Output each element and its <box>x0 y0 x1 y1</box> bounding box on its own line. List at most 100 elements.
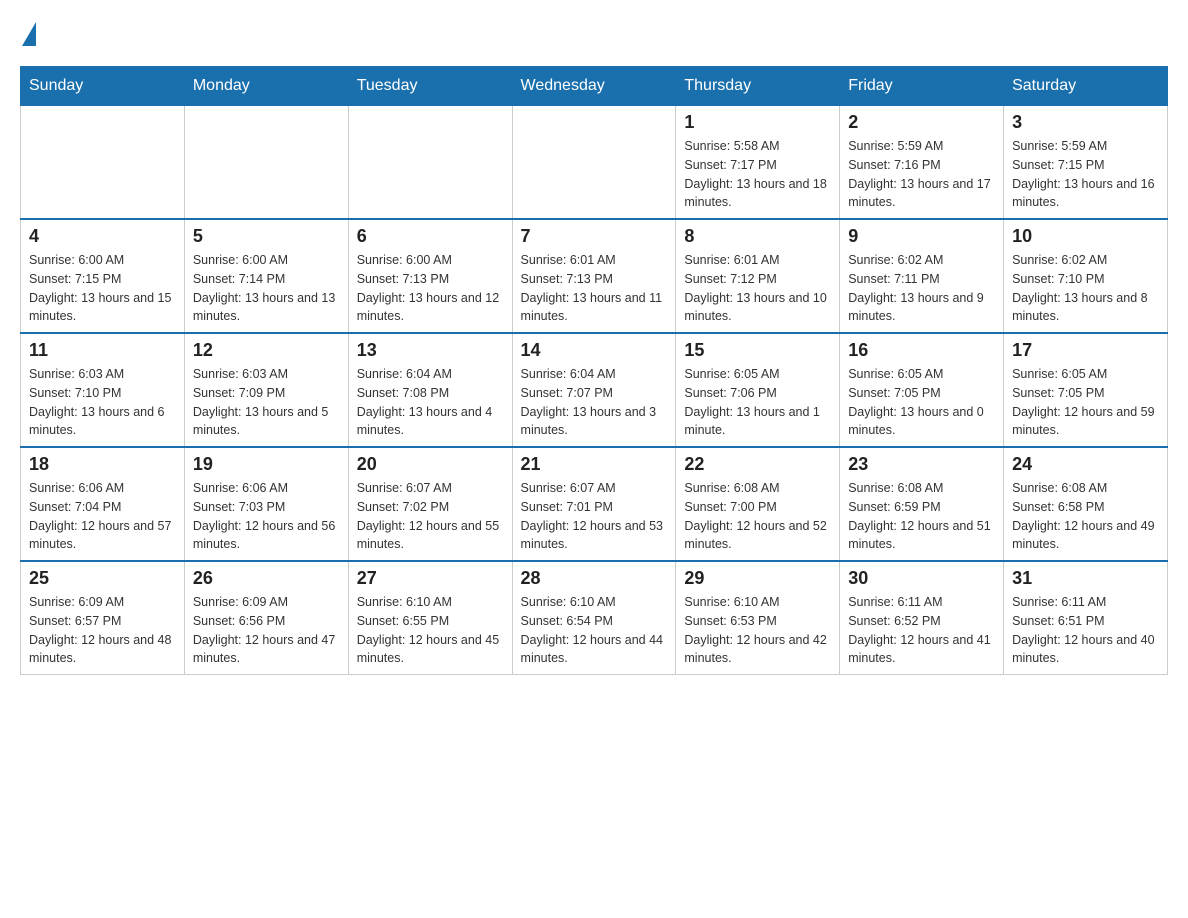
calendar-cell: 26Sunrise: 6:09 AM Sunset: 6:56 PM Dayli… <box>184 561 348 675</box>
day-info: Sunrise: 6:10 AM Sunset: 6:54 PM Dayligh… <box>521 593 668 668</box>
day-info: Sunrise: 6:06 AM Sunset: 7:04 PM Dayligh… <box>29 479 176 554</box>
day-info: Sunrise: 6:10 AM Sunset: 6:53 PM Dayligh… <box>684 593 831 668</box>
calendar-cell: 1 Sunrise: 5:58 AM Sunset: 7:17 PM Daylig… <box>676 106 840 220</box>
day-info: Sunrise: 6:05 AM Sunset: 7:05 PM Dayligh… <box>848 365 995 440</box>
day-info: Sunrise: 6:07 AM Sunset: 7:02 PM Dayligh… <box>357 479 504 554</box>
calendar-cell: 14 Sunrise: 6:04 AM Sunset: 7:07 PM Dayli… <box>512 333 676 447</box>
day-info: Sunrise: 6:08 AM Sunset: 6:58 PM Dayligh… <box>1012 479 1159 554</box>
calendar-cell: 28 Sunrise: 6:10 AM Sunset: 6:54 PM Dayli… <box>512 561 676 675</box>
calendar-cell <box>348 106 512 220</box>
calendar-cell: 31 Sunrise: 6:11 AM Sunset: 6:51 PM Dayli… <box>1004 561 1168 675</box>
calendar-cell: 17 Sunrise: 6:05 AM Sunset: 7:05 PM Dayli… <box>1004 333 1168 447</box>
calendar-cell: 22 Sunrise: 6:08 AM Sunset: 7:00 PM Dayli… <box>676 447 840 561</box>
day-number: 29 <box>684 568 831 589</box>
logo-triangle-icon <box>22 22 36 46</box>
day-number: 14 <box>521 340 668 361</box>
day-number: 9 <box>848 226 995 247</box>
day-number: 27 <box>357 568 504 589</box>
day-info: Sunrise: 6:01 AM Sunset: 7:13 PM Dayligh… <box>521 251 668 326</box>
calendar-cell: 12 Sunrise: 6:03 AM Sunset: 7:09 PM Dayli… <box>184 333 348 447</box>
day-info: Sunrise: 6:03 AM Sunset: 7:09 PM Dayligh… <box>193 365 340 440</box>
day-info: Sunrise: 6:06 AM Sunset: 7:03 PM Dayligh… <box>193 479 340 554</box>
day-number: 4 <box>29 226 176 247</box>
day-number: 16 <box>848 340 995 361</box>
calendar-cell: 6 Sunrise: 6:00 AM Sunset: 7:13 PM Daylig… <box>348 219 512 333</box>
page-header <box>20 20 1168 46</box>
calendar-cell: 4 Sunrise: 6:00 AM Sunset: 7:15 PM Daylig… <box>21 219 185 333</box>
calendar-cell <box>512 106 676 220</box>
calendar-table: SundayMondayTuesdayWednesdayThursdayFrid… <box>20 66 1168 675</box>
calendar-cell: 8Sunrise: 6:01 AM Sunset: 7:12 PM Daylig… <box>676 219 840 333</box>
day-number: 21 <box>521 454 668 475</box>
day-number: 15 <box>684 340 831 361</box>
day-info: Sunrise: 6:05 AM Sunset: 7:06 PM Dayligh… <box>684 365 831 440</box>
day-info: Sunrise: 6:05 AM Sunset: 7:05 PM Dayligh… <box>1012 365 1159 440</box>
calendar-cell: 27Sunrise: 6:10 AM Sunset: 6:55 PM Dayli… <box>348 561 512 675</box>
calendar-cell: 9 Sunrise: 6:02 AM Sunset: 7:11 PM Daylig… <box>840 219 1004 333</box>
day-number: 18 <box>29 454 176 475</box>
day-info: Sunrise: 6:04 AM Sunset: 7:07 PM Dayligh… <box>521 365 668 440</box>
day-number: 5 <box>193 226 340 247</box>
day-info: Sunrise: 6:04 AM Sunset: 7:08 PM Dayligh… <box>357 365 504 440</box>
day-number: 20 <box>357 454 504 475</box>
column-header-wednesday: Wednesday <box>512 67 676 106</box>
day-info: Sunrise: 6:08 AM Sunset: 7:00 PM Dayligh… <box>684 479 831 554</box>
day-number: 25 <box>29 568 176 589</box>
logo <box>20 20 36 46</box>
calendar-week-5: 25 Sunrise: 6:09 AM Sunset: 6:57 PM Dayli… <box>21 561 1168 675</box>
day-number: 23 <box>848 454 995 475</box>
calendar-cell: 15 Sunrise: 6:05 AM Sunset: 7:06 PM Dayli… <box>676 333 840 447</box>
calendar-cell: 29 Sunrise: 6:10 AM Sunset: 6:53 PM Dayli… <box>676 561 840 675</box>
column-header-thursday: Thursday <box>676 67 840 106</box>
day-info: Sunrise: 5:59 AM Sunset: 7:15 PM Dayligh… <box>1012 137 1159 212</box>
day-number: 31 <box>1012 568 1159 589</box>
day-info: Sunrise: 6:00 AM Sunset: 7:13 PM Dayligh… <box>357 251 504 326</box>
calendar-cell: 30 Sunrise: 6:11 AM Sunset: 6:52 PM Dayli… <box>840 561 1004 675</box>
calendar-cell: 19 Sunrise: 6:06 AM Sunset: 7:03 PM Dayli… <box>184 447 348 561</box>
day-number: 3 <box>1012 112 1159 133</box>
day-number: 28 <box>521 568 668 589</box>
day-info: Sunrise: 6:11 AM Sunset: 6:51 PM Dayligh… <box>1012 593 1159 668</box>
column-header-monday: Monday <box>184 67 348 106</box>
day-number: 7 <box>521 226 668 247</box>
day-number: 19 <box>193 454 340 475</box>
day-number: 1 <box>684 112 831 133</box>
day-number: 12 <box>193 340 340 361</box>
calendar-cell: 2Sunrise: 5:59 AM Sunset: 7:16 PM Daylig… <box>840 106 1004 220</box>
day-info: Sunrise: 6:00 AM Sunset: 7:14 PM Dayligh… <box>193 251 340 326</box>
calendar-cell: 11Sunrise: 6:03 AM Sunset: 7:10 PM Dayli… <box>21 333 185 447</box>
calendar-cell <box>21 106 185 220</box>
column-header-saturday: Saturday <box>1004 67 1168 106</box>
day-info: Sunrise: 6:02 AM Sunset: 7:11 PM Dayligh… <box>848 251 995 326</box>
calendar-header-row: SundayMondayTuesdayWednesdayThursdayFrid… <box>21 67 1168 106</box>
calendar-week-4: 18 Sunrise: 6:06 AM Sunset: 7:04 PM Dayli… <box>21 447 1168 561</box>
calendar-cell: 20 Sunrise: 6:07 AM Sunset: 7:02 PM Dayli… <box>348 447 512 561</box>
calendar-cell: 25 Sunrise: 6:09 AM Sunset: 6:57 PM Dayli… <box>21 561 185 675</box>
day-info: Sunrise: 6:03 AM Sunset: 7:10 PM Dayligh… <box>29 365 176 440</box>
day-number: 13 <box>357 340 504 361</box>
day-number: 30 <box>848 568 995 589</box>
day-info: Sunrise: 6:09 AM Sunset: 6:56 PM Dayligh… <box>193 593 340 668</box>
calendar-cell: 3 Sunrise: 5:59 AM Sunset: 7:15 PM Daylig… <box>1004 106 1168 220</box>
day-number: 22 <box>684 454 831 475</box>
day-info: Sunrise: 6:00 AM Sunset: 7:15 PM Dayligh… <box>29 251 176 326</box>
day-info: Sunrise: 6:07 AM Sunset: 7:01 PM Dayligh… <box>521 479 668 554</box>
day-info: Sunrise: 6:11 AM Sunset: 6:52 PM Dayligh… <box>848 593 995 668</box>
day-number: 17 <box>1012 340 1159 361</box>
day-info: Sunrise: 6:02 AM Sunset: 7:10 PM Dayligh… <box>1012 251 1159 326</box>
day-info: Sunrise: 6:08 AM Sunset: 6:59 PM Dayligh… <box>848 479 995 554</box>
day-info: Sunrise: 5:58 AM Sunset: 7:17 PM Dayligh… <box>684 137 831 212</box>
calendar-cell: 23 Sunrise: 6:08 AM Sunset: 6:59 PM Dayli… <box>840 447 1004 561</box>
calendar-cell: 24Sunrise: 6:08 AM Sunset: 6:58 PM Dayli… <box>1004 447 1168 561</box>
day-info: Sunrise: 6:09 AM Sunset: 6:57 PM Dayligh… <box>29 593 176 668</box>
column-header-friday: Friday <box>840 67 1004 106</box>
calendar-week-3: 11Sunrise: 6:03 AM Sunset: 7:10 PM Dayli… <box>21 333 1168 447</box>
calendar-cell: 7 Sunrise: 6:01 AM Sunset: 7:13 PM Daylig… <box>512 219 676 333</box>
calendar-cell: 13 Sunrise: 6:04 AM Sunset: 7:08 PM Dayli… <box>348 333 512 447</box>
day-number: 2 <box>848 112 995 133</box>
day-number: 6 <box>357 226 504 247</box>
column-header-tuesday: Tuesday <box>348 67 512 106</box>
calendar-cell: 21 Sunrise: 6:07 AM Sunset: 7:01 PM Dayli… <box>512 447 676 561</box>
calendar-cell: 18 Sunrise: 6:06 AM Sunset: 7:04 PM Dayli… <box>21 447 185 561</box>
calendar-cell: 5 Sunrise: 6:00 AM Sunset: 7:14 PM Daylig… <box>184 219 348 333</box>
